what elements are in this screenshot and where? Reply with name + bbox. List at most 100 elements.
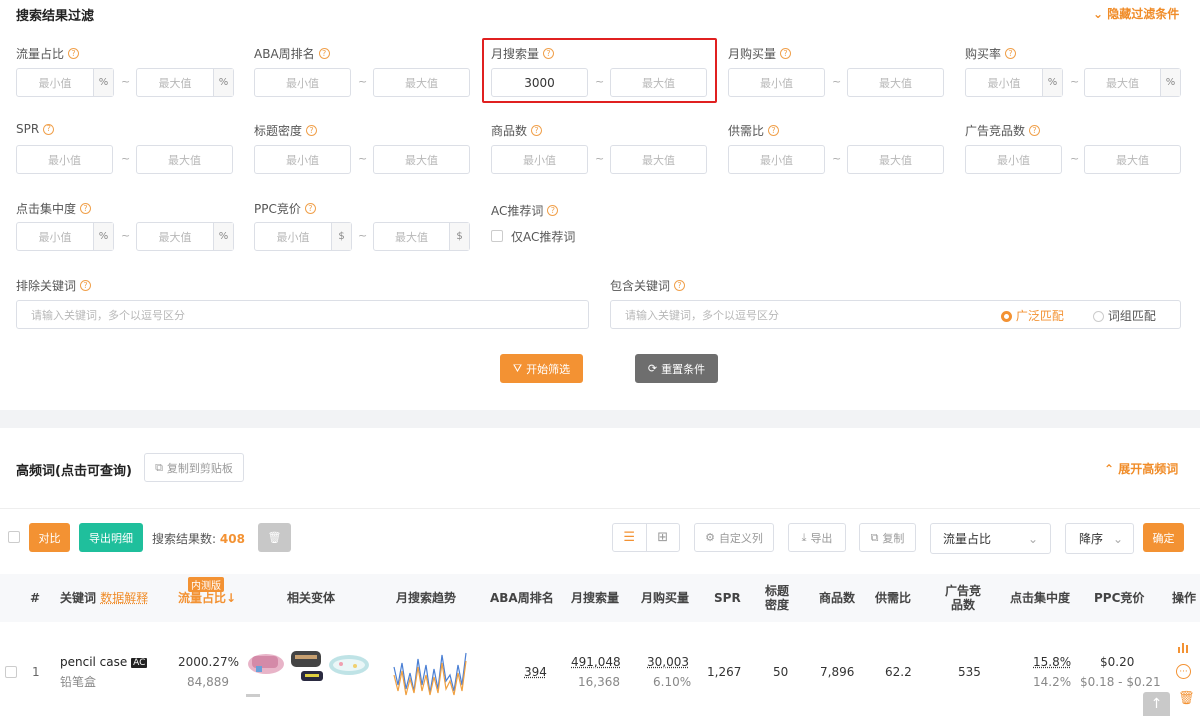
divider [0,508,1200,509]
traffic-max-input[interactable]: 最大值% [136,68,234,97]
monthly-buy-max-input[interactable]: 最大值 [847,68,944,97]
monthly-buy-min-input[interactable]: 最小值 [728,68,825,97]
chart-icon[interactable] [1177,640,1191,657]
ac-only-checkbox[interactable] [491,230,503,242]
broad-match-radio[interactable]: 广泛匹配 [1001,307,1064,324]
copy-button[interactable]: ⧉ 复制 [859,523,916,552]
gear-icon: ⚙ [705,531,715,544]
products-max-input[interactable]: 最大值 [610,145,707,174]
sort-field-select[interactable]: 流量占比 ⌄ [930,523,1051,554]
traffic-min-input[interactable]: 最小值% [16,68,114,97]
help-icon[interactable]: ? [547,205,559,216]
col-title-density[interactable]: 标题密度 [764,584,790,612]
back-to-top-button[interactable]: ↑ [1143,692,1170,716]
exclude-kw-label: 排除关键词? [16,277,92,294]
spr-value: 1,267 [707,665,742,679]
ad-products-min-input[interactable]: 最小值 [965,145,1062,174]
aba-rank-value[interactable]: 394 [524,665,547,679]
ppc-max-input[interactable]: 最大值 $ [373,222,470,251]
list-view-icon[interactable]: ☰ [613,524,647,551]
variant-image[interactable] [246,648,286,678]
col-aba[interactable]: ABA周排名 [490,591,554,605]
monthly-buy-label: 月购买量? [728,45,792,62]
help-icon[interactable]: ? [768,125,780,136]
reset-button[interactable]: ⟳ 重置条件 [635,354,718,383]
expand-high-freq-button[interactable]: ⌃ 展开高频词 [1104,460,1178,477]
col-search[interactable]: 月搜索量 [571,591,619,605]
click-conc-max-input[interactable]: 最大值% [136,222,234,251]
supply-demand-min-input[interactable]: 最小值 [728,145,825,174]
export-detail-button[interactable]: 导出明细 [79,523,143,552]
buy-rate-max-input[interactable]: 最大值% [1084,68,1181,97]
spr-max-input[interactable]: 最大值 [136,145,233,174]
copy-clipboard-button[interactable]: ⧉ 复制到剪贴板 [144,453,244,482]
col-supply-demand[interactable]: 供需比 [875,591,911,605]
result-count: 搜索结果数: 408 [152,532,245,546]
row-checkbox[interactable] [5,666,17,678]
export-button[interactable]: ⤓ 导出 [788,523,846,552]
trash-icon[interactable]: 🗑 [1178,691,1195,706]
keyword-link[interactable]: pencil case [60,655,127,669]
col-traffic-share[interactable]: 流量占比↓ [178,591,236,605]
help-icon[interactable]: ? [1029,125,1041,136]
grid-view-icon[interactable]: ⊞ [647,524,680,551]
help-icon[interactable]: ? [80,203,92,214]
help-icon[interactable]: ? [304,203,316,214]
more-icon[interactable]: ··· [1176,664,1191,679]
copy-icon: ⧉ [155,460,163,474]
start-filter-button[interactable]: ⛛ 开始筛选 [500,354,583,383]
click-conc-value[interactable]: 15.8% [1033,655,1071,669]
variant-image[interactable] [287,645,327,685]
filter-icon: ⛛ [512,361,523,375]
help-icon[interactable]: ? [68,48,80,59]
col-spr[interactable]: SPR [714,591,741,605]
supply-demand-label: 供需比? [728,122,780,139]
title-density-max-input[interactable]: 最大值 [373,145,470,174]
help-icon[interactable]: ? [780,48,792,59]
phrase-match-radio[interactable]: 词组匹配 [1093,307,1156,324]
exclude-kw-input[interactable]: 请输入关键词，多个以逗号区分 [16,300,589,329]
search-trend-sparkline[interactable] [392,645,470,701]
col-variants: 相关变体 [287,591,336,605]
help-icon[interactable]: ? [318,48,330,59]
help-icon[interactable]: ? [80,280,92,291]
hide-filters-button[interactable]: ⌄ 隐藏过滤条件 [1093,5,1179,22]
col-ad-products[interactable]: 广告竞品数 [944,584,982,612]
refresh-icon: ⟳ [647,362,658,375]
ppc-min-input[interactable]: 最小值 $ [254,222,352,251]
monthly-search-value[interactable]: 491,048 [571,655,621,669]
spr-label: SPR? [16,122,55,136]
confirm-button[interactable]: 确定 [1143,523,1184,552]
col-products[interactable]: 商品数 [819,591,855,605]
col-click-conc[interactable]: 点击集中度 [1010,591,1070,605]
traffic-share-label: 流量占比? [16,45,80,62]
spr-min-input[interactable]: 最小值 [16,145,113,174]
aba-min-input[interactable]: 最小值 [254,68,351,97]
custom-columns-button[interactable]: ⚙ 自定义列 [694,523,774,552]
col-ppc[interactable]: PPC竞价 [1094,591,1144,605]
help-icon[interactable]: ? [1005,48,1017,59]
help-icon[interactable]: ? [531,125,543,136]
help-icon[interactable]: ? [306,125,318,136]
click-conc-min-input[interactable]: 最小值% [16,222,114,251]
data-explain-link[interactable]: 数据解释 [100,591,148,605]
delete-button[interactable]: 🗑 [258,523,291,552]
monthly-search-max-input[interactable]: 最大值 [610,68,707,97]
variant-image[interactable] [327,650,373,680]
click-conc-sub: 14.2% [1033,675,1072,689]
ad-products-max-input[interactable]: 最大值 [1084,145,1181,174]
buy-rate-min-input[interactable]: 最小值% [965,68,1063,97]
aba-max-input[interactable]: 最大值 [373,68,470,97]
ad-products-value: 535 [958,665,981,679]
monthly-search-min-input[interactable]: 3000 [491,68,588,97]
col-buy[interactable]: 月购买量 [641,591,689,605]
help-icon[interactable]: ? [43,123,55,135]
products-min-input[interactable]: 最小值 [491,145,588,174]
compare-button[interactable]: 对比 [29,523,70,552]
select-all-checkbox[interactable] [8,531,20,543]
sort-order-select[interactable]: 降序 ⌄ [1065,523,1134,554]
monthly-buy-value[interactable]: 30,003 [647,655,689,669]
title-density-min-input[interactable]: 最小值 [254,145,351,174]
help-icon[interactable]: ? [674,280,686,291]
supply-demand-max-input[interactable]: 最大值 [847,145,944,174]
